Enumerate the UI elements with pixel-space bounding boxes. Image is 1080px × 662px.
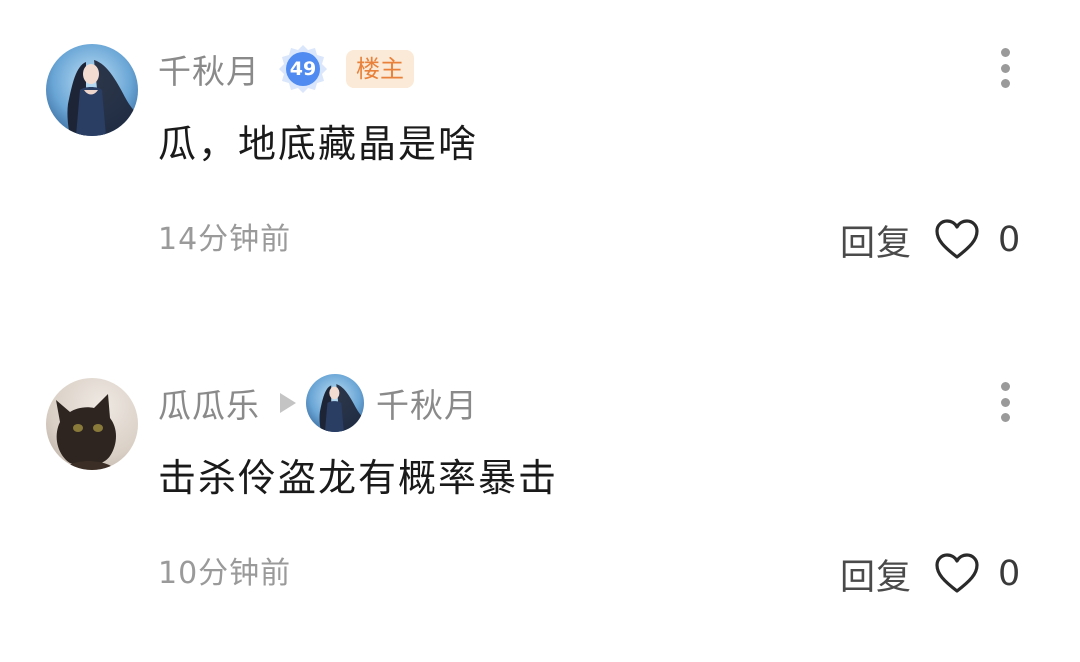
comment-text: 瓜，地底藏晶是啥 [158,122,479,166]
timestamp: 14分钟前 [158,222,292,257]
like-count: 0 [998,220,1021,260]
comment-header: 千秋月 49 楼主 [158,44,414,94]
avatar[interactable] [46,44,138,136]
more-options-icon[interactable] [990,48,1020,88]
reply-target-avatar[interactable] [306,374,364,432]
heart-icon[interactable] [934,217,980,263]
reply-button[interactable]: 回复 [840,549,912,600]
op-tag: 楼主 [346,50,414,88]
more-options-icon[interactable] [990,382,1020,422]
like-count: 0 [998,554,1021,594]
avatar[interactable] [46,378,138,470]
username[interactable]: 千秋月 [158,45,260,93]
level-badge: 49 [276,42,330,96]
reply-button[interactable]: 回复 [840,215,912,266]
timestamp: 10分钟前 [158,556,292,591]
comment-thread: 千秋月 49 楼主 瓜，地底藏晶是啥 14分钟前 回复 0 瓜瓜乐 千秋月 击杀… [0,0,1080,662]
reply-target-username[interactable]: 千秋月 [376,379,478,427]
comment-text: 击杀伶盗龙有概率暴击 [158,456,559,500]
level-number: 49 [289,58,317,80]
reply-to-arrow-icon [280,393,296,413]
heart-icon[interactable] [934,551,980,597]
comment-actions: 回复 0 [840,546,1020,602]
username[interactable]: 瓜瓜乐 [158,379,260,427]
comment-header: 瓜瓜乐 千秋月 [158,374,478,432]
comment-actions: 回复 0 [840,212,1020,268]
